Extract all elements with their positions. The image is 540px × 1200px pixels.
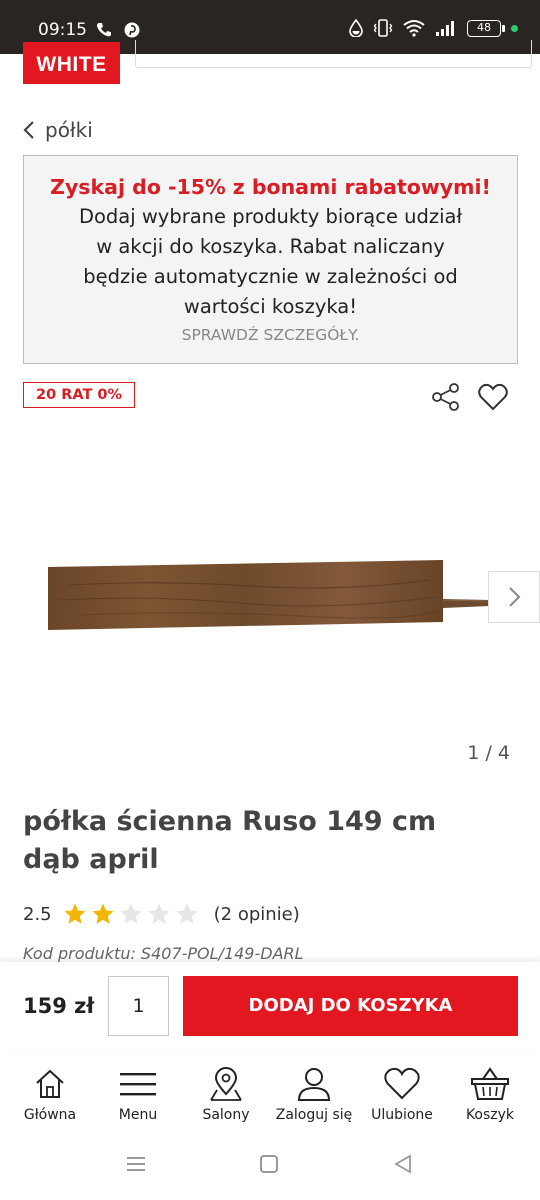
recent-apps-button[interactable] <box>126 1154 146 1178</box>
nav-label: Główna <box>23 1107 77 1123</box>
promo-body: Dodaj wybrane produkty biorące udział w … <box>78 205 463 318</box>
nav-item-menu[interactable]: Menu <box>100 1054 176 1136</box>
nav-label: Koszyk <box>465 1107 515 1123</box>
breadcrumb-back[interactable]: półki <box>23 118 93 142</box>
promo-title: Zyskaj do -15% z bonami rabatowymi! <box>50 175 491 199</box>
quantity-input[interactable] <box>108 976 169 1036</box>
gallery-pager: 1 / 4 <box>467 742 510 764</box>
product-price: 159 zł <box>23 994 95 1018</box>
phone-icon <box>97 23 111 37</box>
bottom-nav: Główna Menu Salony Zaloguj się Ulubione … <box>0 1054 540 1136</box>
status-time: 09:15 <box>38 20 87 40</box>
nav-item-home[interactable]: Główna <box>12 1054 88 1136</box>
product-image[interactable] <box>0 500 540 700</box>
battery-indicator: 48 <box>467 19 505 37</box>
data-saver-icon <box>349 19 363 37</box>
heart-icon <box>384 1067 420 1100</box>
user-icon <box>297 1068 331 1101</box>
promo-banner: Zyskaj do -15% z bonami rabatowymi! Doda… <box>23 155 518 364</box>
back-triangle-icon <box>394 1154 411 1174</box>
menu-icon <box>120 1073 156 1096</box>
star-empty-icon <box>176 903 198 924</box>
home-icon <box>36 1069 64 1098</box>
installments-badge: 20 RAT 0% <box>23 382 136 408</box>
system-nav-bar <box>0 1136 540 1200</box>
star-empty-icon <box>120 903 142 924</box>
home-square-icon <box>260 1155 278 1173</box>
search-input[interactable] <box>135 40 532 68</box>
nav-item-login[interactable]: Zaloguj się <box>276 1054 352 1136</box>
wifi-icon <box>403 20 425 37</box>
add-to-cart-button[interactable]: DODAJ DO KOSZYKA <box>183 976 518 1036</box>
nav-label: Ulubione <box>371 1107 433 1123</box>
breadcrumb-label: półki <box>45 118 93 142</box>
chevron-right-icon <box>509 587 521 607</box>
share-icon <box>432 383 459 411</box>
map-pin-icon <box>210 1067 242 1101</box>
charging-dot <box>511 24 518 32</box>
shelf-image <box>48 560 491 630</box>
nav-item-cart[interactable]: Koszyk <box>452 1054 528 1136</box>
nav-label: Menu <box>118 1107 158 1123</box>
reviews-count[interactable]: (2 opinie) <box>214 904 300 925</box>
signal-icon <box>436 21 454 36</box>
back-system-button[interactable] <box>393 1154 413 1178</box>
product-code: Kod produktu: S407-POL/149-DARL <box>23 944 304 963</box>
chevron-left-icon <box>23 121 34 139</box>
recents-icon <box>127 1157 145 1171</box>
promo-details-link[interactable]: SPRAWDŹ SZCZEGÓŁY. <box>24 326 517 344</box>
nav-label: Salony <box>202 1107 250 1123</box>
status-notifications <box>96 22 140 38</box>
vibrate-icon <box>373 19 393 37</box>
gallery-next-button[interactable] <box>488 571 540 623</box>
star-empty-icon <box>148 903 170 924</box>
star-filled-icon <box>64 903 86 924</box>
basket-icon <box>471 1067 509 1100</box>
nav-item-favorites[interactable]: Ulubione <box>364 1054 440 1136</box>
nav-item-stores[interactable]: Salony <box>188 1054 264 1136</box>
pinterest-icon <box>124 22 140 38</box>
rating-row[interactable]: 2.5 (2 opinie) <box>23 902 300 926</box>
product-title: półka ścienna Ruso 149 cm dąb april <box>23 806 437 875</box>
buy-bar: 159 zł DODAJ DO KOSZYKA <box>0 962 540 1050</box>
home-system-button[interactable] <box>259 1154 279 1178</box>
rating-stars <box>62 902 200 926</box>
heart-icon <box>478 383 508 411</box>
star-filled-icon <box>92 903 114 924</box>
share-button[interactable] <box>430 382 462 412</box>
nav-label: Zaloguj się <box>275 1107 353 1123</box>
status-system-icons: 48 <box>349 19 518 37</box>
rating-value: 2.5 <box>23 903 52 925</box>
brand-logo[interactable]: WHITE <box>23 42 120 84</box>
add-to-favorites-button[interactable] <box>477 382 511 412</box>
